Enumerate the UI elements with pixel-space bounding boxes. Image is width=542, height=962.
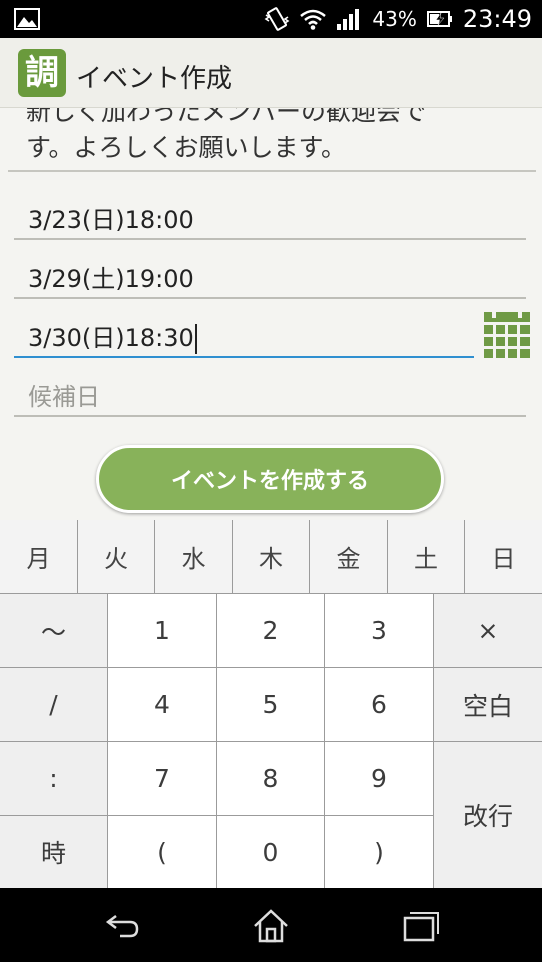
wifi-icon [300,9,327,30]
create-event-button[interactable]: イベントを作成する [96,445,444,513]
key-day-wed[interactable]: 水 [155,520,232,593]
recent-apps-icon[interactable] [401,906,441,946]
candidate-placeholder: 候補日 [28,383,100,411]
key-9[interactable]: 9 [325,742,433,815]
key-8[interactable]: 8 [217,742,324,815]
key-1[interactable]: 1 [108,594,216,667]
key-hour[interactable]: 時 [0,816,107,888]
key-5[interactable]: 5 [217,668,324,741]
keyboard: 月 火 水 木 金 土 日 〜 1 2 3 × / 4 5 6 空白 : 7 8… [0,520,542,888]
image-icon [14,8,40,30]
app-icon-char: 調 [25,53,59,93]
description-underline [8,170,536,172]
page-title: イベント作成 [76,64,233,94]
date-value: 3/23(日)18:00 [28,206,194,234]
description-input[interactable]: 新しく加わったメンバーの歓迎会で す。よろしくお願いします。 [26,108,526,166]
key-day-tue[interactable]: 火 [78,520,154,593]
key-6[interactable]: 6 [325,668,433,741]
home-icon[interactable] [251,906,291,946]
key-open-paren[interactable]: ( [108,816,216,888]
action-bar: 調 イベント作成 [0,38,542,108]
signal-icon [337,9,360,30]
key-day-mon[interactable]: 月 [0,520,77,593]
description-line: す。よろしくお願いします。 [26,133,347,162]
date-field-1[interactable]: 3/23(日)18:00 [14,194,526,240]
key-day-fri[interactable]: 金 [310,520,387,593]
key-close-paren[interactable]: ) [325,816,433,888]
key-7[interactable]: 7 [108,742,216,815]
date-field-2[interactable]: 3/29(土)19:00 [14,253,526,299]
event-form: 新しく加わったメンバーの歓迎会で す。よろしくお願いします。 3/23(日)18… [0,108,542,520]
candidate-date-field[interactable]: 候補日 [14,371,526,417]
key-colon[interactable]: : [0,742,107,815]
key-delete[interactable]: × [434,594,542,667]
description-line: 新しく加わったメンバーの歓迎会で [26,108,427,126]
date-field-3[interactable]: 3/30(日)18:30 [14,312,474,358]
app-icon[interactable]: 調 [18,49,66,97]
key-day-sun[interactable]: 日 [465,520,542,593]
clock: 23:49 [462,5,532,33]
key-day-sat[interactable]: 土 [388,520,464,593]
key-0[interactable]: 0 [217,816,324,888]
vibrate-icon [264,7,290,31]
key-4[interactable]: 4 [108,668,216,741]
calendar-icon[interactable] [484,312,530,358]
key-day-thu[interactable]: 木 [233,520,309,593]
status-bar: 43% 23:49 [0,0,542,38]
date-value: 3/30(日)18:30 [28,318,197,354]
back-icon[interactable] [102,906,142,946]
battery-percent: 43% [372,7,417,31]
key-3[interactable]: 3 [325,594,433,667]
key-2[interactable]: 2 [217,594,324,667]
key-enter[interactable]: 改行 [434,742,542,888]
key-space[interactable]: 空白 [434,668,542,741]
text-caret [194,324,197,354]
battery-charging-icon [426,11,452,27]
navigation-bar [0,888,542,962]
key-slash[interactable]: / [0,668,107,741]
date-value: 3/29(土)19:00 [28,265,194,293]
key-tilde[interactable]: 〜 [0,594,107,667]
